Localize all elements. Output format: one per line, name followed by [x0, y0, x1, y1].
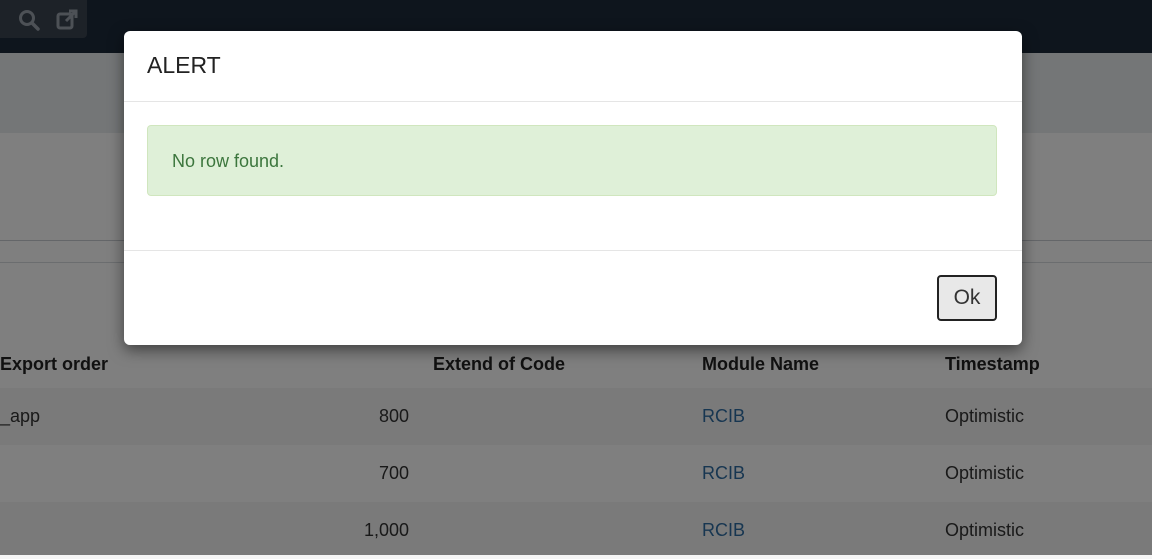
modal-body: No row found.: [124, 102, 1022, 250]
alert-message: No row found.: [172, 151, 285, 171]
modal-footer: Ok: [124, 250, 1022, 346]
alert-dialog: ALERT No row found. Ok: [124, 31, 1022, 345]
ok-button[interactable]: Ok: [937, 275, 997, 321]
modal-header: ALERT: [124, 31, 1022, 102]
modal-title: ALERT: [147, 52, 221, 78]
success-alert: No row found.: [147, 125, 997, 196]
